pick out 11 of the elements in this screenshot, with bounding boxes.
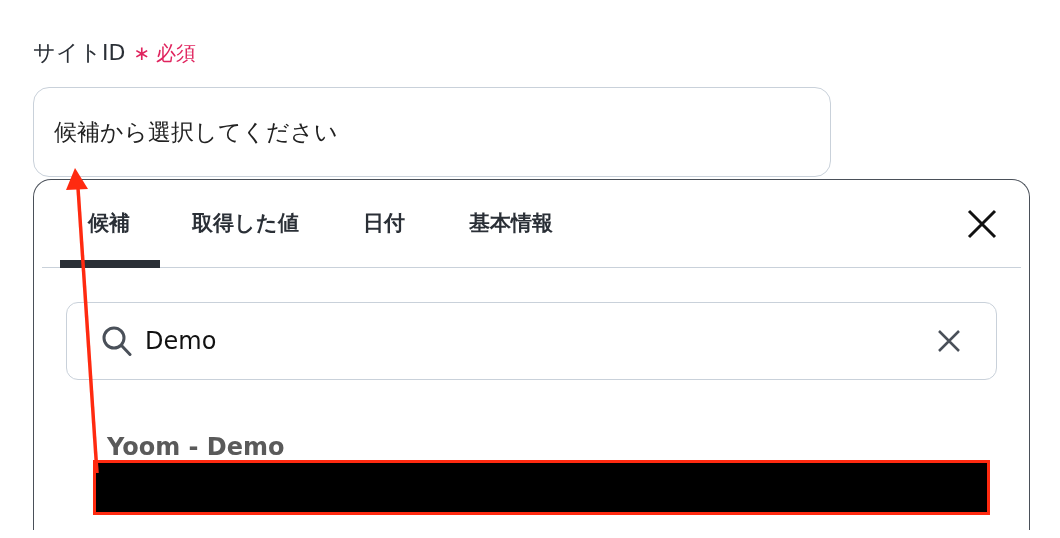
field-label: サイトID (33, 39, 126, 67)
search-field[interactable]: Demo (66, 302, 997, 380)
tab[interactable]: 取得した値 (160, 180, 331, 268)
tab[interactable]: 日付 (331, 180, 437, 268)
tab[interactable]: 基本情報 (437, 180, 585, 268)
input-field[interactable]: 候補から選択してください (33, 87, 831, 177)
clear-icon[interactable] (937, 329, 961, 353)
close-button[interactable] (967, 208, 997, 239)
search-icon (102, 325, 132, 357)
required-label: ∗ 必須 (133, 39, 197, 67)
option-label[interactable]: Yoom - Demo (107, 434, 1021, 461)
